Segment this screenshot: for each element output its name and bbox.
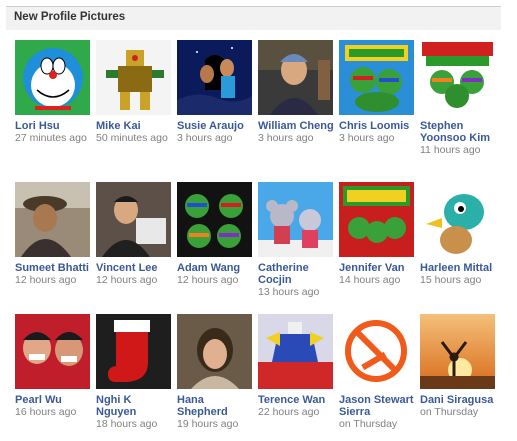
timestamp: 12 hours ago — [177, 274, 239, 286]
ninja-turtles-icon — [420, 40, 495, 115]
person-photo-icon — [258, 40, 333, 115]
profile-name-link[interactable]: Chris Loomis — [339, 120, 417, 132]
profile-thumbnail[interactable] — [420, 182, 495, 257]
profile-name-link[interactable]: Susie Araujo — [177, 120, 255, 132]
profile-name-link[interactable]: Hana Shepherd — [177, 394, 255, 418]
timestamp: 12 hours ago — [15, 274, 77, 286]
profile-tile: Chris Loomis 3 hours ago — [339, 40, 420, 182]
profile-thumbnail[interactable] — [96, 40, 171, 115]
person-photo-icon — [177, 314, 252, 389]
profile-thumbnail[interactable] — [258, 40, 333, 115]
profile-thumbnail[interactable] — [339, 314, 414, 389]
profile-name-link[interactable]: Harleen Mittal — [420, 262, 498, 274]
profile-tile: Vincent Lee 12 hours ago — [96, 182, 177, 314]
doraemon-icon — [15, 40, 90, 115]
profile-name-link[interactable]: Jennifer Van — [339, 262, 417, 274]
profile-thumbnail[interactable] — [177, 40, 252, 115]
profile-thumbnail[interactable] — [339, 40, 414, 115]
robot-figure-icon — [258, 314, 333, 389]
cartoon-koalas-icon — [258, 182, 333, 257]
profile-thumbnail[interactable] — [258, 314, 333, 389]
profile-name-link[interactable]: Vincent Lee — [96, 262, 174, 274]
profile-thumbnail[interactable] — [177, 314, 252, 389]
ninja-turtles-icon — [339, 182, 414, 257]
profile-name-link[interactable]: Mike Kai — [96, 120, 174, 132]
profile-thumbnail[interactable] — [15, 40, 90, 115]
profile-tile: Adam Wang 12 hours ago — [177, 182, 258, 314]
profile-name-link[interactable]: Pearl Wu — [15, 394, 93, 406]
profile-name-link[interactable]: Catherine Cocjin — [258, 262, 336, 286]
aladdin-scene-icon — [177, 40, 252, 115]
section-title: New Profile Pictures — [14, 11, 126, 23]
robot-figure-icon — [96, 40, 171, 115]
profile-thumbnail[interactable] — [420, 314, 495, 389]
timestamp: 3 hours ago — [177, 132, 233, 144]
no-smoking-sign-icon — [339, 314, 414, 389]
profile-thumbnail[interactable] — [258, 182, 333, 257]
profile-tile: Jason Stewart Sierra on Thursday — [339, 314, 420, 439]
profile-tile: Jennifer Van 14 hours ago — [339, 182, 420, 314]
timestamp: 12 hours ago — [96, 274, 158, 286]
profile-tile: Nghi K Nguyen 18 hours ago — [96, 314, 177, 439]
timestamp: 11 hours ago — [420, 144, 481, 156]
timestamp: 22 hours ago — [258, 406, 320, 418]
profile-tile: Terence Wan 22 hours ago — [258, 314, 339, 439]
person-photo-icon — [96, 182, 171, 257]
profile-thumbnail[interactable] — [15, 314, 90, 389]
person-photo-icon — [15, 314, 90, 389]
profile-tile: Dani Siragusa on Thursday — [420, 314, 501, 439]
profile-tile: William Cheng 3 hours ago — [258, 40, 339, 182]
person-photo-icon — [15, 182, 90, 257]
profile-name-link[interactable]: William Cheng — [258, 120, 336, 132]
profile-thumbnail[interactable] — [420, 40, 495, 115]
profile-name-link[interactable]: Terence Wan — [258, 394, 336, 406]
timestamp: on Thursday — [420, 406, 479, 418]
profile-tile: Catherine Cocjin 13 hours ago — [258, 182, 339, 314]
timestamp: 50 minutes ago — [96, 132, 168, 144]
timestamp: on Thursday — [339, 418, 398, 430]
profile-name-link[interactable]: Nghi K Nguyen — [96, 394, 174, 418]
timestamp: 14 hours ago — [339, 274, 401, 286]
ninja-turtles-icon — [177, 182, 252, 257]
profile-thumbnail[interactable] — [177, 182, 252, 257]
christmas-stocking-icon — [96, 314, 171, 389]
profile-name-link[interactable]: Jason Stewart Sierra — [339, 394, 417, 418]
profile-name-link[interactable]: Lori Hsu — [15, 120, 93, 132]
profile-tile: Lori Hsu 27 minutes ago — [15, 40, 96, 182]
sunset-silhouette-icon — [420, 314, 495, 389]
timestamp: 18 hours ago — [96, 418, 158, 430]
profile-name-link[interactable]: Adam Wang — [177, 262, 255, 274]
profile-thumbnail[interactable] — [96, 314, 171, 389]
timestamp: 27 minutes ago — [15, 132, 87, 144]
timestamp: 19 hours ago — [177, 418, 239, 430]
timestamp: 13 hours ago — [258, 286, 320, 298]
ninja-turtles-icon — [339, 40, 414, 115]
profile-tile: Sumeet Bhatti 12 hours ago — [15, 182, 96, 314]
profile-tile: Hana Shepherd 19 hours ago — [177, 314, 258, 439]
timestamp: 16 hours ago — [15, 406, 77, 418]
timestamp: 3 hours ago — [339, 132, 395, 144]
profile-name-link[interactable]: Dani Siragusa — [420, 394, 498, 406]
profile-thumbnail[interactable] — [339, 182, 414, 257]
profile-name-link[interactable]: Sumeet Bhatti — [15, 262, 93, 274]
profile-picture-grid: Lori Hsu 27 minutes ago Mike Kai 50 minu… — [15, 40, 510, 439]
section-header: New Profile Pictures — [6, 6, 501, 30]
profile-tile: Pearl Wu 16 hours ago — [15, 314, 96, 439]
cartoon-bird-icon — [420, 182, 495, 257]
profile-thumbnail[interactable] — [15, 182, 90, 257]
timestamp: 3 hours ago — [258, 132, 314, 144]
profile-thumbnail[interactable] — [96, 182, 171, 257]
profile-tile: Susie Araujo 3 hours ago — [177, 40, 258, 182]
profile-tile: Mike Kai 50 minutes ago — [96, 40, 177, 182]
profile-tile: Stephen Yoonsoo Kim 11 hours ago — [420, 40, 501, 182]
profile-name-link[interactable]: Stephen Yoonsoo Kim — [420, 120, 498, 144]
timestamp: 15 hours ago — [420, 274, 482, 286]
profile-tile: Harleen Mittal 15 hours ago — [420, 182, 501, 314]
